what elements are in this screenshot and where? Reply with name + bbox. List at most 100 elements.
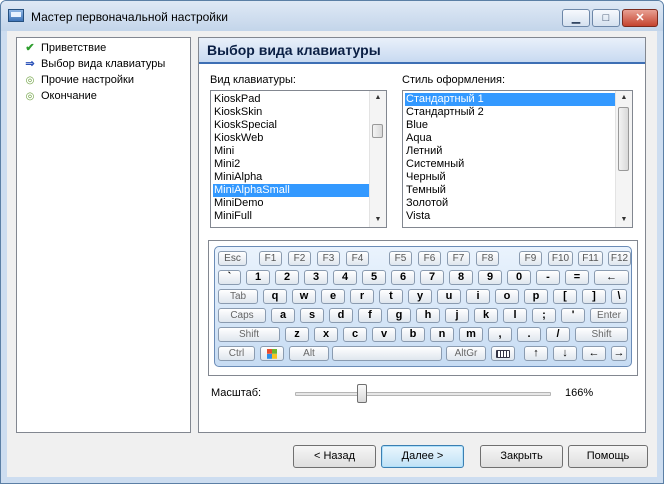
key-bottom[interactable]: ← xyxy=(582,346,606,361)
key-qwerty[interactable]: q xyxy=(263,289,287,304)
scale-slider-track[interactable] xyxy=(295,392,551,396)
key-qwerty[interactable]: [ xyxy=(553,289,577,304)
key-fn[interactable]: F1 xyxy=(259,251,282,266)
keyboard-type-item[interactable]: MiniAlphaSmall xyxy=(213,184,369,197)
close-button[interactable]: Закрыть xyxy=(480,445,563,468)
keyboard-type-item[interactable]: KioskWeb xyxy=(213,132,369,145)
key-fn[interactable]: F3 xyxy=(317,251,340,266)
key-shift[interactable]: c xyxy=(343,327,367,342)
key-qwerty[interactable]: w xyxy=(292,289,316,304)
key-home[interactable]: d xyxy=(329,308,353,323)
scroll-up-icon[interactable]: ▲ xyxy=(616,91,632,105)
key-num[interactable]: 8 xyxy=(449,270,473,285)
key-num[interactable]: - xyxy=(536,270,560,285)
key-fn[interactable]: F7 xyxy=(447,251,470,266)
close-window-button[interactable]: ✕ xyxy=(622,9,658,27)
style-item[interactable]: Стандартный 2 xyxy=(405,106,615,119)
next-button[interactable]: Далее > xyxy=(381,445,464,468)
key-num[interactable]: = xyxy=(565,270,589,285)
key-qwerty[interactable]: Tab xyxy=(218,289,258,304)
key-menu[interactable] xyxy=(491,346,515,361)
key-home[interactable]: s xyxy=(300,308,324,323)
keyboard-type-item[interactable]: KioskSpecial xyxy=(213,119,369,132)
key-home[interactable]: j xyxy=(445,308,469,323)
scroll-thumb[interactable] xyxy=(618,107,629,171)
key-windows[interactable] xyxy=(260,346,284,361)
keyboard-type-item[interactable]: Mini2 xyxy=(213,158,369,171)
style-item[interactable]: Blue xyxy=(405,119,615,132)
key-shift[interactable]: m xyxy=(459,327,483,342)
key-fn[interactable]: F6 xyxy=(418,251,441,266)
key-shift[interactable]: z xyxy=(285,327,309,342)
keyboard-type-item[interactable]: MiniFull xyxy=(213,210,369,223)
key-fn[interactable]: F9 xyxy=(519,251,542,266)
scroll-thumb[interactable] xyxy=(372,124,383,138)
key-qwerty[interactable]: r xyxy=(350,289,374,304)
key-shift[interactable]: . xyxy=(517,327,541,342)
key-num[interactable]: ← xyxy=(594,270,629,285)
key-num[interactable]: ` xyxy=(218,270,241,285)
key-num[interactable]: 7 xyxy=(420,270,444,285)
key-home[interactable]: ; xyxy=(532,308,556,323)
key-bottom[interactable]: Ctrl xyxy=(218,346,255,361)
key-home[interactable]: Caps xyxy=(218,308,266,323)
key-space[interactable] xyxy=(332,346,442,361)
keyboard-type-scrollbar[interactable]: ▲ ▼ xyxy=(369,91,386,227)
key-fn[interactable]: F12 xyxy=(608,251,631,266)
style-item[interactable]: Золотой xyxy=(405,197,615,210)
key-home[interactable]: f xyxy=(358,308,382,323)
key-home[interactable]: g xyxy=(387,308,411,323)
key-qwerty[interactable]: i xyxy=(466,289,490,304)
key-home[interactable]: k xyxy=(474,308,498,323)
key-shift[interactable]: b xyxy=(401,327,425,342)
key-shift[interactable]: , xyxy=(488,327,512,342)
keyboard-type-item[interactable]: Mini xyxy=(213,145,369,158)
scroll-down-icon[interactable]: ▼ xyxy=(370,213,386,227)
key-fn[interactable]: Esc xyxy=(218,251,247,266)
key-num[interactable]: 4 xyxy=(333,270,357,285)
key-fn[interactable]: F5 xyxy=(389,251,412,266)
key-bottom[interactable]: ↑ xyxy=(524,346,548,361)
key-bottom[interactable]: AltGr xyxy=(446,346,486,361)
style-scrollbar[interactable]: ▲ ▼ xyxy=(615,91,632,227)
key-home[interactable]: a xyxy=(271,308,295,323)
key-num[interactable]: 9 xyxy=(478,270,502,285)
key-qwerty[interactable]: u xyxy=(437,289,461,304)
style-item[interactable]: Системный xyxy=(405,158,615,171)
style-list[interactable]: Стандартный 1 Стандартный 2 Blue Aqua Летний… xyxy=(402,90,633,228)
title-bar[interactable]: Мастер первоначальной настройки ▁ □ ✕ xyxy=(1,1,663,31)
key-qwerty[interactable]: ] xyxy=(582,289,606,304)
key-bottom[interactable]: → xyxy=(611,346,627,361)
scroll-up-icon[interactable]: ▲ xyxy=(370,91,386,105)
keyboard-type-item[interactable]: KioskSkin xyxy=(213,106,369,119)
key-fn[interactable]: F10 xyxy=(548,251,573,266)
key-num[interactable]: 6 xyxy=(391,270,415,285)
key-shift[interactable]: x xyxy=(314,327,338,342)
keyboard-type-item[interactable]: MiniAlpha xyxy=(213,171,369,184)
key-num[interactable]: 5 xyxy=(362,270,386,285)
key-fn[interactable]: F11 xyxy=(578,251,603,266)
key-num[interactable]: 2 xyxy=(275,270,299,285)
key-fn[interactable]: F4 xyxy=(346,251,369,266)
style-item[interactable]: Vista xyxy=(405,210,615,223)
key-bottom[interactable]: ↓ xyxy=(553,346,577,361)
key-home[interactable]: ' xyxy=(561,308,585,323)
maximize-button[interactable]: □ xyxy=(592,9,620,27)
key-qwerty[interactable]: o xyxy=(495,289,519,304)
key-shift[interactable]: Shift xyxy=(218,327,280,342)
help-button[interactable]: Помощь xyxy=(568,445,648,468)
minimize-button[interactable]: ▁ xyxy=(562,9,590,27)
key-home[interactable]: l xyxy=(503,308,527,323)
style-item[interactable]: Стандартный 1 xyxy=(405,93,615,106)
key-shift[interactable]: v xyxy=(372,327,396,342)
keyboard-type-list[interactable]: KioskPad KioskSkin KioskSpecial KioskWeb Min… xyxy=(210,90,387,228)
keyboard-type-item[interactable]: KioskPad xyxy=(213,93,369,106)
key-shift[interactable]: Shift xyxy=(575,327,628,342)
style-item[interactable]: Черный xyxy=(405,171,615,184)
key-bottom[interactable]: Alt xyxy=(289,346,329,361)
style-item[interactable]: Летний xyxy=(405,145,615,158)
key-shift[interactable]: n xyxy=(430,327,454,342)
key-fn[interactable]: F2 xyxy=(288,251,311,266)
key-home[interactable]: Enter xyxy=(590,308,628,323)
key-shift[interactable]: / xyxy=(546,327,570,342)
